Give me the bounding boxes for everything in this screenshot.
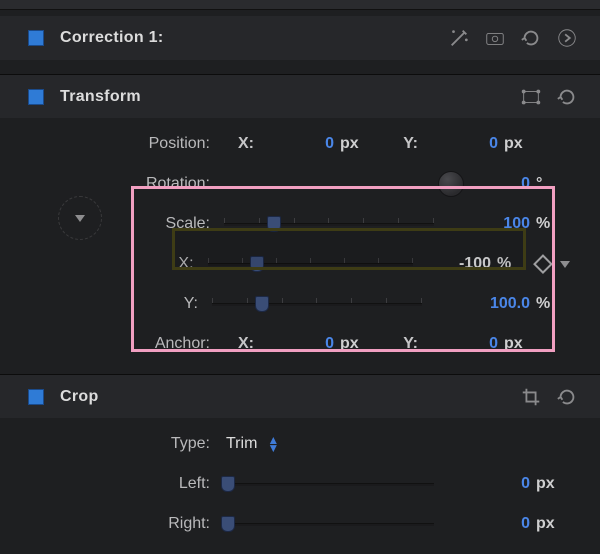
reset-icon[interactable] bbox=[556, 386, 578, 408]
scale-value[interactable]: 100 bbox=[450, 215, 530, 233]
crop-right-label: Right: bbox=[0, 515, 210, 533]
scale-x-value[interactable]: -100 bbox=[413, 255, 491, 273]
crop-right-value[interactable]: 0 bbox=[450, 515, 530, 533]
scale-y-row: Y: 100.0 % bbox=[0, 284, 600, 324]
crop-right-row: Right: 0 px bbox=[0, 504, 600, 544]
position-label: Position: bbox=[0, 135, 210, 153]
position-x-value[interactable]: 0 bbox=[254, 135, 334, 153]
crop-left-value[interactable]: 0 bbox=[450, 475, 530, 493]
scale-unit: % bbox=[536, 215, 570, 233]
scale-y-slider[interactable] bbox=[212, 294, 422, 314]
crop-body: Type: Trim ▲▼ Left: 0 px Right: bbox=[0, 418, 600, 554]
anchor-y-label: Y: bbox=[384, 335, 418, 353]
position-row: Position: X: 0 px Y: 0 px bbox=[0, 124, 600, 164]
enable-checkbox[interactable] bbox=[28, 89, 44, 105]
scale-y-value[interactable]: 100.0 bbox=[450, 295, 530, 313]
keyframe-icon[interactable] bbox=[533, 254, 553, 274]
anchor-y-value[interactable]: 0 bbox=[418, 335, 498, 353]
bounds-icon[interactable] bbox=[520, 86, 542, 108]
camera-icon[interactable] bbox=[484, 27, 506, 49]
rotation-label: Rotation: bbox=[0, 175, 210, 193]
scale-disclosure[interactable] bbox=[58, 196, 102, 240]
rotation-unit: ° bbox=[536, 175, 570, 193]
anchor-x-label: X: bbox=[220, 335, 254, 353]
stepper-arrows-icon: ▲▼ bbox=[267, 436, 279, 452]
position-x-label: X: bbox=[220, 135, 254, 153]
section-title-correction: Correction 1: bbox=[60, 29, 448, 47]
anchor-x-value[interactable]: 0 bbox=[254, 335, 334, 353]
section-title-transform: Transform bbox=[60, 88, 520, 106]
anchor-y-unit: px bbox=[504, 335, 538, 353]
crop-type-label: Type: bbox=[0, 435, 210, 453]
crop-icon[interactable] bbox=[520, 386, 542, 408]
scale-y-label: Y: bbox=[0, 295, 198, 313]
enable-checkbox[interactable] bbox=[28, 389, 44, 405]
position-y-label: Y: bbox=[384, 135, 418, 153]
wand-icon[interactable] bbox=[448, 27, 470, 49]
scale-x-unit: % bbox=[497, 255, 530, 273]
section-header-transform: Transform bbox=[0, 74, 600, 118]
scale-y-unit: % bbox=[536, 295, 570, 313]
scale-label: Scale: bbox=[0, 215, 210, 233]
crop-left-unit: px bbox=[536, 475, 570, 493]
section-title-crop: Crop bbox=[60, 388, 520, 406]
scale-slider[interactable] bbox=[224, 214, 434, 234]
anchor-x-unit: px bbox=[340, 335, 374, 353]
scale-x-row: X: -100 % bbox=[0, 244, 600, 284]
scale-x-label: X: bbox=[0, 255, 194, 273]
crop-left-label: Left: bbox=[0, 475, 210, 493]
section-header-correction: Correction 1: bbox=[0, 16, 600, 60]
position-x-unit: px bbox=[340, 135, 374, 153]
position-y-unit: px bbox=[504, 135, 538, 153]
rotation-dial[interactable] bbox=[438, 171, 464, 197]
scale-x-slider[interactable] bbox=[208, 254, 413, 274]
transform-body: Position: X: 0 px Y: 0 px Rotation: 0 ° … bbox=[0, 118, 600, 374]
crop-type-value: Trim bbox=[226, 435, 257, 453]
crop-right-unit: px bbox=[536, 515, 570, 533]
crop-type-row: Type: Trim ▲▼ bbox=[0, 424, 600, 464]
rotation-value[interactable]: 0 bbox=[474, 175, 530, 193]
crop-left-row: Left: 0 px bbox=[0, 464, 600, 504]
reset-icon[interactable] bbox=[520, 27, 542, 49]
anchor-row: Anchor: X: 0 px Y: 0 px bbox=[0, 324, 600, 364]
section-header-crop: Crop bbox=[0, 374, 600, 418]
crop-type-dropdown[interactable]: Trim ▲▼ bbox=[226, 435, 279, 453]
anchor-label: Anchor: bbox=[0, 335, 210, 353]
position-y-value[interactable]: 0 bbox=[418, 135, 498, 153]
chevron-down-icon bbox=[75, 215, 85, 222]
crop-right-slider[interactable] bbox=[224, 514, 434, 534]
chevron-down-icon[interactable] bbox=[560, 261, 570, 268]
crop-left-slider[interactable] bbox=[224, 474, 434, 494]
reset-icon[interactable] bbox=[556, 86, 578, 108]
disclosure-right-icon[interactable] bbox=[556, 27, 578, 49]
enable-checkbox[interactable] bbox=[28, 30, 44, 46]
